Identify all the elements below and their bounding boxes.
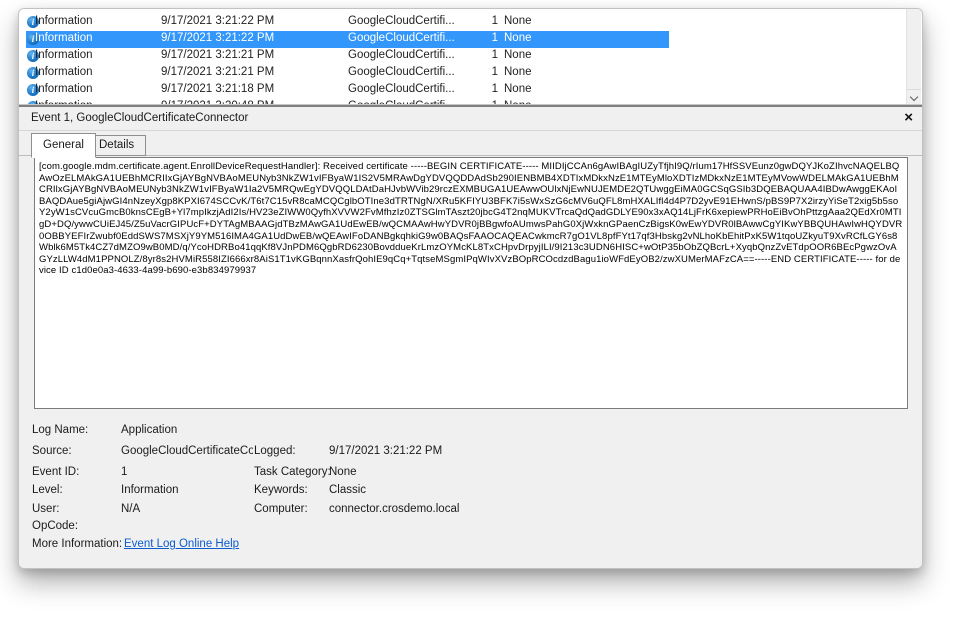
event-source: GoogleCloudCertifi... (348, 83, 455, 95)
field-label: Computer: (254, 503, 308, 515)
event-datetime: 9/17/2021 3:21:18 PM (161, 83, 274, 95)
field-value-task-category: None (329, 466, 357, 478)
event-datetime: 9/17/2021 3:21:21 PM (161, 49, 274, 61)
field-value-event-id: 1 (121, 466, 127, 478)
more-information-label: More Information: (32, 538, 122, 550)
field-value-level: Information (121, 484, 179, 496)
event-detail-title: Event 1, GoogleCloudCertificateConnector (31, 112, 248, 124)
field-value-user: N/A (121, 503, 140, 515)
event-datetime: 9/17/2021 3:21:22 PM (161, 32, 274, 44)
event-source: GoogleCloudCertifi... (348, 66, 455, 78)
tab-general[interactable]: General (31, 133, 96, 158)
event-level: Information (35, 83, 93, 95)
event-viewer-window: i Information 9/17/2021 3:21:22 PM Googl… (18, 8, 923, 569)
scroll-down-button[interactable] (907, 89, 921, 104)
chevron-down-icon (910, 93, 918, 101)
event-list-row[interactable]: i Information 9/17/2021 3:21:21 PM Googl… (26, 65, 669, 82)
event-level: Information (35, 66, 93, 78)
event-id: 1 (476, 83, 498, 95)
event-id: 1 (476, 32, 498, 44)
field-label: OpCode: (32, 520, 78, 532)
event-id: 1 (476, 15, 498, 27)
event-list: i Information 9/17/2021 3:21:22 PM Googl… (19, 9, 922, 104)
field-value-keywords: Classic (329, 484, 366, 496)
event-level: Information (35, 49, 93, 61)
event-message-text: [com.google.mdm.certificate.agent.Enroll… (39, 161, 903, 277)
field-label: Source: (32, 445, 72, 457)
event-list-row[interactable]: i Information 9/17/2021 3:21:21 PM Googl… (26, 48, 669, 65)
field-label: Task Category: (254, 466, 331, 478)
event-log-online-help-link[interactable]: Event Log Online Help (124, 538, 239, 550)
field-label: Log Name: (32, 424, 88, 436)
event-datetime: 9/17/2021 3:21:21 PM (161, 66, 274, 78)
vertical-scrollbar[interactable] (906, 9, 921, 104)
event-list-row[interactable]: i Information 9/17/2021 3:21:18 PM Googl… (26, 82, 669, 99)
close-icon[interactable]: × (904, 109, 913, 127)
event-list-row[interactable]: i Information 9/17/2021 3:21:22 PM Googl… (26, 14, 669, 31)
event-message-box[interactable]: [com.google.mdm.certificate.agent.Enroll… (34, 157, 908, 409)
event-list-row-selected[interactable]: i Information 9/17/2021 3:21:22 PM Googl… (26, 31, 669, 48)
event-task-category: None (504, 15, 532, 27)
event-source: GoogleCloudCertifi... (348, 15, 455, 27)
event-task-category: None (504, 83, 532, 95)
event-level: Information (35, 32, 93, 44)
event-task-category: None (504, 49, 532, 61)
event-source: GoogleCloudCertifi... (348, 32, 455, 44)
tab-strip-divider (19, 155, 922, 156)
event-task-category: None (504, 32, 532, 44)
title-divider (19, 130, 922, 131)
event-source: GoogleCloudCertifi... (348, 49, 455, 61)
event-id: 1 (476, 66, 498, 78)
field-label: Level: (32, 484, 63, 496)
event-level: Information (35, 15, 93, 27)
field-value-source: GoogleCloudCertificateConn (121, 445, 253, 457)
event-detail-pane: Event 1, GoogleCloudCertificateConnector… (19, 107, 922, 568)
field-label: User: (32, 503, 59, 515)
field-value-logged: 9/17/2021 3:21:22 PM (329, 445, 442, 457)
field-label: Keywords: (254, 484, 308, 496)
field-value-computer: connector.crosdemo.local (329, 503, 459, 515)
event-task-category: None (504, 66, 532, 78)
field-value-log-name: Application (121, 424, 177, 436)
field-label: Logged: (254, 445, 296, 457)
field-label: Event ID: (32, 466, 79, 478)
event-id: 1 (476, 49, 498, 61)
event-datetime: 9/17/2021 3:21:22 PM (161, 15, 274, 27)
